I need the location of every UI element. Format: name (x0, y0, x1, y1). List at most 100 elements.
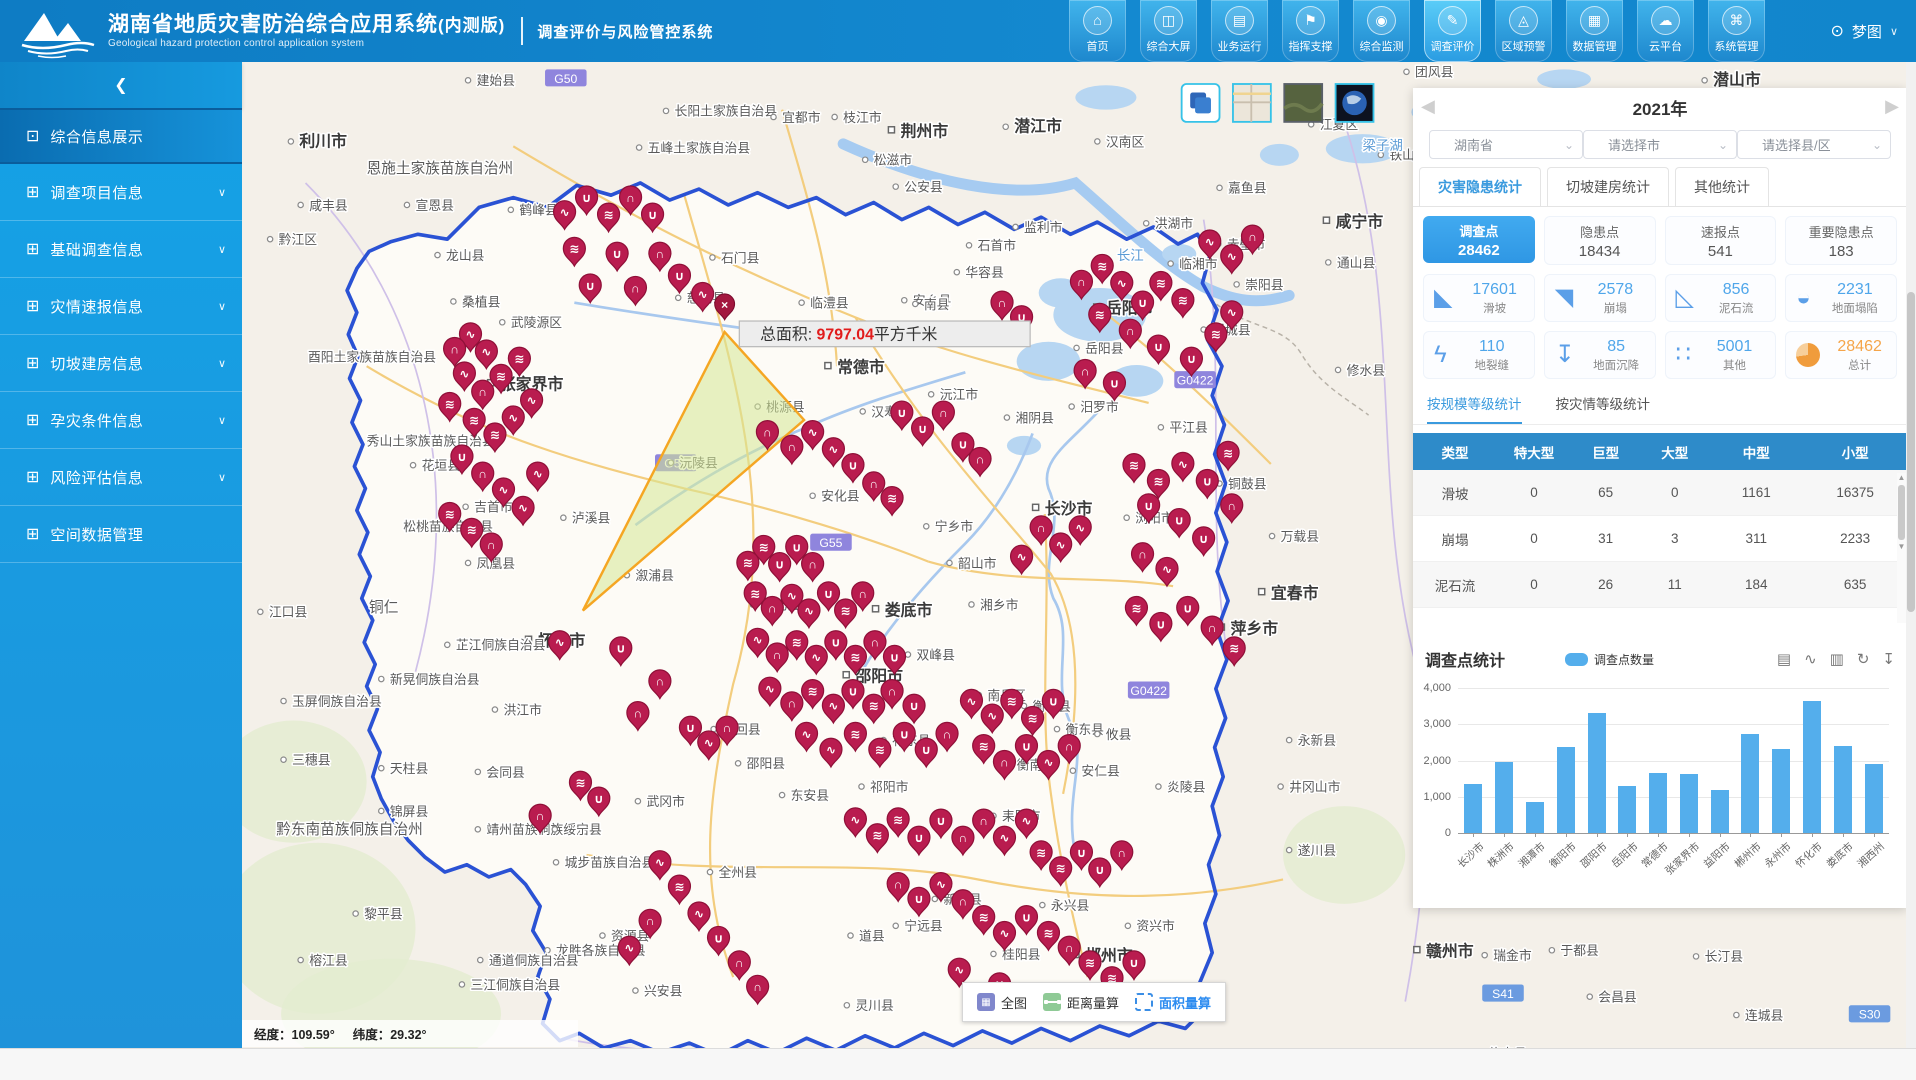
table-row[interactable]: 泥石流02611184635 (1413, 562, 1907, 608)
basemap-globe-button[interactable] (1336, 84, 1374, 122)
sidebar-item-1[interactable]: ⊡综合信息展示 (0, 108, 242, 164)
subtab-2[interactable]: 按灾情等级统计 (1556, 393, 1651, 424)
svg-text:≋: ≋ (1131, 601, 1141, 615)
bar[interactable] (1741, 734, 1759, 833)
basemap-layers-button[interactable] (1182, 84, 1220, 122)
bar[interactable] (1834, 746, 1852, 833)
region-select-3[interactable]: 请选择县/区⌄ (1737, 130, 1891, 159)
chart-legend[interactable]: 调查点数量 (1565, 651, 1654, 668)
nav-item-cloud[interactable]: ☁云平台 (1637, 0, 1694, 62)
summary-card-速报点[interactable]: 速报点541 (1665, 216, 1777, 265)
hazard-col: 2578崩塌 (1582, 281, 1654, 316)
nav-item-business[interactable]: ▤业务运行 (1211, 0, 1268, 62)
bar[interactable] (1865, 764, 1883, 833)
bar[interactable] (1588, 713, 1606, 833)
nav-item-monitor[interactable]: ◉综合监测 (1353, 0, 1410, 62)
nav-item-warning[interactable]: ◬区域预警 (1495, 0, 1552, 62)
download-icon[interactable]: ↧ (1882, 650, 1895, 668)
bar[interactable] (1680, 774, 1698, 833)
table-row[interactable]: 崩塌03133112233 (1413, 516, 1907, 562)
chevron-down-icon[interactable]: ∨ (1890, 25, 1898, 38)
user-name[interactable]: 梦图 (1852, 21, 1882, 42)
svg-text:石首市: 石首市 (978, 238, 1017, 253)
svg-text:≋: ≋ (750, 587, 760, 601)
bar[interactable] (1772, 749, 1790, 833)
distance-button[interactable]: 距离量算 (1043, 993, 1119, 1012)
year-next-button[interactable]: ▶ (1885, 96, 1899, 117)
bar-chart-icon[interactable]: ▥ (1830, 650, 1844, 668)
table-row[interactable]: 地面塌陷07593951752 (1413, 608, 1907, 625)
hazard-card-其他[interactable]: ∷5001其他 (1665, 331, 1777, 379)
table-row[interactable]: 滑坡0650116116375 (1413, 470, 1907, 516)
nav-item-command[interactable]: ⚑指挥支撑 (1282, 0, 1339, 62)
hazard-card-总计[interactable]: 28462总计 (1785, 331, 1897, 379)
tab-3[interactable]: 其他统计 (1675, 167, 1769, 206)
refresh-icon[interactable]: ↻ (1857, 650, 1870, 668)
svg-text:∩: ∩ (979, 814, 988, 828)
svg-text:∪: ∪ (1183, 601, 1193, 615)
summary-card-调查点[interactable]: 调查点28462 (1423, 216, 1535, 263)
hazard-card-泥石流[interactable]: ◺856泥石流 (1665, 274, 1777, 322)
eye-icon[interactable]: ⊙ (1831, 21, 1844, 41)
area-button[interactable]: 面积量算 (1135, 993, 1211, 1012)
line-chart-icon[interactable]: ∿ (1804, 650, 1817, 668)
tab-1[interactable]: 灾害隐患统计 (1419, 167, 1541, 206)
scrollbar-thumb[interactable] (1907, 292, 1915, 612)
table-scroll-thumb[interactable] (1898, 485, 1905, 540)
svg-text:≋: ≋ (872, 829, 882, 843)
x-tick (1874, 833, 1875, 837)
region-select-1[interactable]: 湖南省⌄ (1429, 130, 1583, 159)
sidebar-item-2[interactable]: ⊞调查项目信息∨ (0, 164, 242, 221)
scroll-up-icon[interactable]: ▲ (1897, 473, 1906, 483)
svg-text:崇阳县: 崇阳县 (1245, 277, 1284, 292)
hazard-card-地面塌陷[interactable]: ◒2231地面塌陷 (1785, 274, 1897, 322)
subtab-1[interactable]: 按规模等级统计 (1427, 393, 1522, 424)
hazard-card-滑坡[interactable]: ◣17601滑坡 (1423, 274, 1535, 322)
map-label: 通道侗族自治县 (478, 953, 579, 968)
sidebar-item-6[interactable]: ⊞孕灾条件信息∨ (0, 392, 242, 449)
chevron-down-icon: ⌄ (1564, 138, 1574, 152)
svg-text:∪: ∪ (612, 247, 622, 261)
basemap-satellite-button[interactable] (1284, 84, 1322, 122)
bar[interactable] (1649, 773, 1667, 833)
summary-card-隐患点[interactable]: 隐患点18434 (1544, 216, 1656, 265)
table-scrollbar[interactable]: ▲ ▼ (1897, 473, 1906, 623)
year-prev-button[interactable]: ◀ (1421, 96, 1435, 117)
x-tick-label: 岳阳市 (1608, 839, 1641, 871)
nav-item-data[interactable]: ▦数据管理 (1566, 0, 1623, 62)
sidebar-item-8[interactable]: ⊞空间数据管理 (0, 506, 242, 563)
nav-item-system[interactable]: ⌘系统管理 (1708, 0, 1765, 62)
bar[interactable] (1711, 790, 1729, 833)
svg-text:∪: ∪ (648, 208, 658, 222)
bar[interactable] (1803, 701, 1821, 833)
tab-2[interactable]: 切坡建房统计 (1547, 167, 1669, 206)
hazard-card-地面沉降[interactable]: ↧85地面沉降 (1544, 331, 1656, 379)
bar[interactable] (1618, 786, 1636, 833)
nav-item-dashboard[interactable]: ◫综合大屏 (1140, 0, 1197, 62)
svg-text:∿: ∿ (498, 483, 508, 497)
sidebar-item-3[interactable]: ⊞基础调查信息∨ (0, 221, 242, 278)
data-view-icon[interactable]: ▤ (1777, 650, 1791, 668)
window-scrollbar[interactable] (1906, 62, 1916, 1048)
bar[interactable] (1495, 762, 1513, 833)
sidebar-collapse-button[interactable]: ❮ (0, 62, 242, 108)
subsystem-title: 调查评价与风险管控系统 (537, 21, 713, 42)
hazard-col: 28462总计 (1829, 338, 1896, 373)
nav-item-home[interactable]: ⌂首页 (1069, 0, 1126, 62)
basemap-street-button[interactable] (1233, 84, 1271, 122)
hazard-card-崩塌[interactable]: ◥2578崩塌 (1544, 274, 1656, 322)
svg-text:∪: ∪ (1076, 846, 1086, 860)
nav-item-survey[interactable]: ✎调查评价 (1424, 0, 1481, 62)
sidebar-item-7[interactable]: ⊞风险评估信息∨ (0, 449, 242, 506)
bar[interactable] (1557, 747, 1575, 833)
region-select-2[interactable]: 请选择市⌄ (1583, 130, 1737, 159)
bar[interactable] (1526, 802, 1544, 833)
overview-button[interactable]: ▦全图 (977, 993, 1027, 1012)
hazard-card-地裂缝[interactable]: ϟ110地裂缝 (1423, 331, 1535, 379)
sidebar-item-5[interactable]: ⊞切坡建房信息∨ (0, 335, 242, 392)
bar[interactable] (1464, 784, 1482, 833)
x-tick (1566, 833, 1567, 837)
scroll-down-icon[interactable]: ▼ (1897, 542, 1906, 552)
sidebar-item-4[interactable]: ⊞灾情速报信息∨ (0, 278, 242, 335)
summary-card-重要隐患点[interactable]: 重要隐患点183 (1785, 216, 1897, 265)
